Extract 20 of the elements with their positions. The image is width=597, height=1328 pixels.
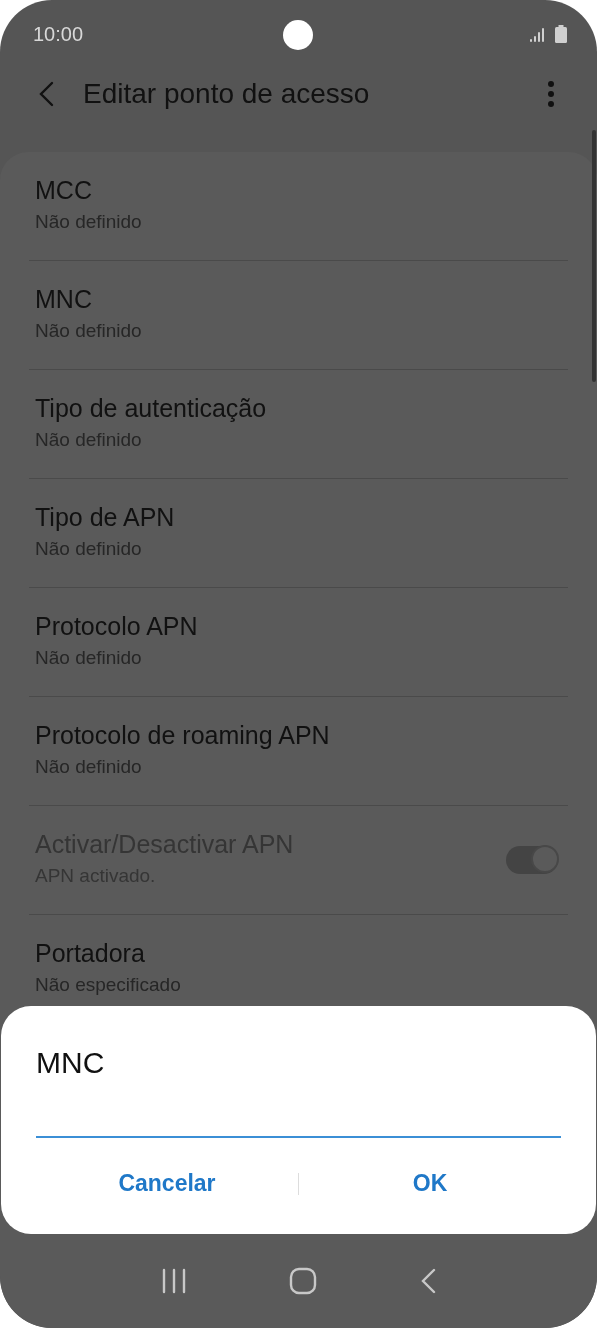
page-title: Editar ponto de acesso [83, 78, 370, 110]
back-icon[interactable] [419, 1268, 436, 1294]
item-title: Tipo de APN [35, 502, 175, 532]
item-title: Protocolo APN [35, 611, 198, 641]
dialog-title: MNC [36, 1046, 106, 1080]
item-title: MNC [35, 284, 93, 314]
item-title: Protocolo de roaming APN [35, 720, 330, 750]
item-title: Tipo de autenticação [35, 393, 267, 423]
status-time: 10:00 [33, 22, 84, 46]
camera-hole-icon [283, 20, 313, 50]
back-icon[interactable] [37, 81, 55, 107]
recent-apps-icon[interactable] [161, 1268, 188, 1294]
battery-icon [555, 25, 567, 43]
item-title: MCC [35, 175, 93, 205]
dialog-button[interactable]: OK [299, 1162, 561, 1205]
dialog-button[interactable]: Cancelar [36, 1162, 298, 1205]
more-options-icon[interactable] [547, 81, 555, 107]
home-icon[interactable] [289, 1267, 318, 1295]
signal-icon [529, 27, 545, 43]
item-title: Portadora [35, 938, 146, 968]
